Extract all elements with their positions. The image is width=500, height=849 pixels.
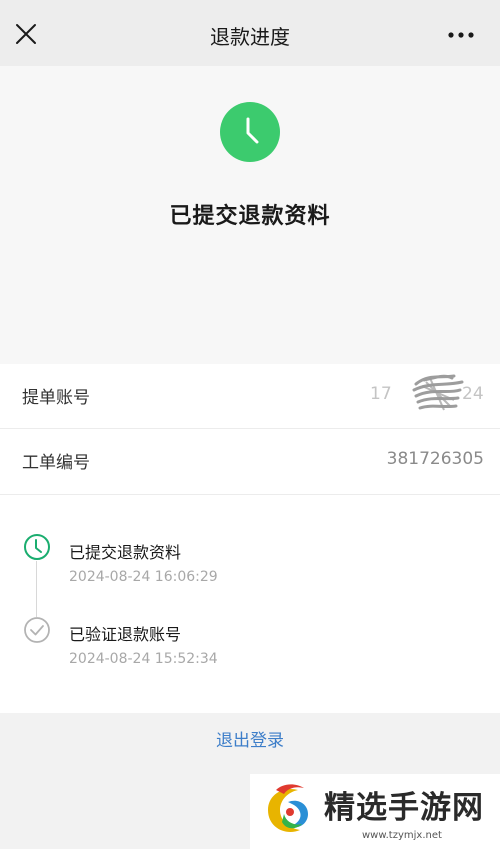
account-label: 提单账号	[22, 388, 90, 408]
watermark-text: 精选手游网	[324, 790, 484, 826]
logout-link[interactable]: 退出登录	[0, 726, 500, 751]
ticket-value: 381726305	[386, 449, 484, 469]
info-panel: 提单账号 17 24 工单编号 381726305	[0, 364, 500, 494]
progress-timeline: 已提交退款资料 2024-08-24 16:06:29 已验证退款账号 2024…	[0, 494, 500, 713]
clock-icon	[220, 102, 280, 162]
redaction-scribble	[412, 374, 464, 411]
page-title: 退款进度	[210, 25, 290, 49]
account-row: 提单账号 17 24	[0, 364, 500, 428]
account-value-prefix: 17	[370, 384, 392, 404]
ticket-label: 工单编号	[22, 453, 90, 473]
timeline-item-title: 已提交退款资料	[69, 543, 182, 562]
site-watermark: 精选手游网 www.tzymjx.net	[250, 774, 500, 849]
site-logo-icon	[268, 784, 308, 832]
more-icon[interactable]	[448, 32, 474, 38]
account-value-suffix: 24	[462, 384, 484, 404]
status-title: 已提交退款资料	[169, 204, 331, 229]
timeline-item-time: 2024-08-24 16:06:29	[69, 569, 218, 585]
timeline-item-time: 2024-08-24 15:52:34	[69, 651, 218, 667]
watermark-url: www.tzymjx.net	[362, 830, 442, 841]
timeline-item-title: 已验证退款账号	[69, 625, 182, 644]
check-circle-icon	[24, 617, 50, 643]
timeline-connector	[36, 561, 37, 617]
clock-icon	[24, 534, 50, 560]
status-header: 已提交退款资料	[0, 66, 500, 364]
nav-bar: 退款进度	[0, 0, 500, 66]
ticket-row: 工单编号 381726305	[0, 428, 500, 492]
